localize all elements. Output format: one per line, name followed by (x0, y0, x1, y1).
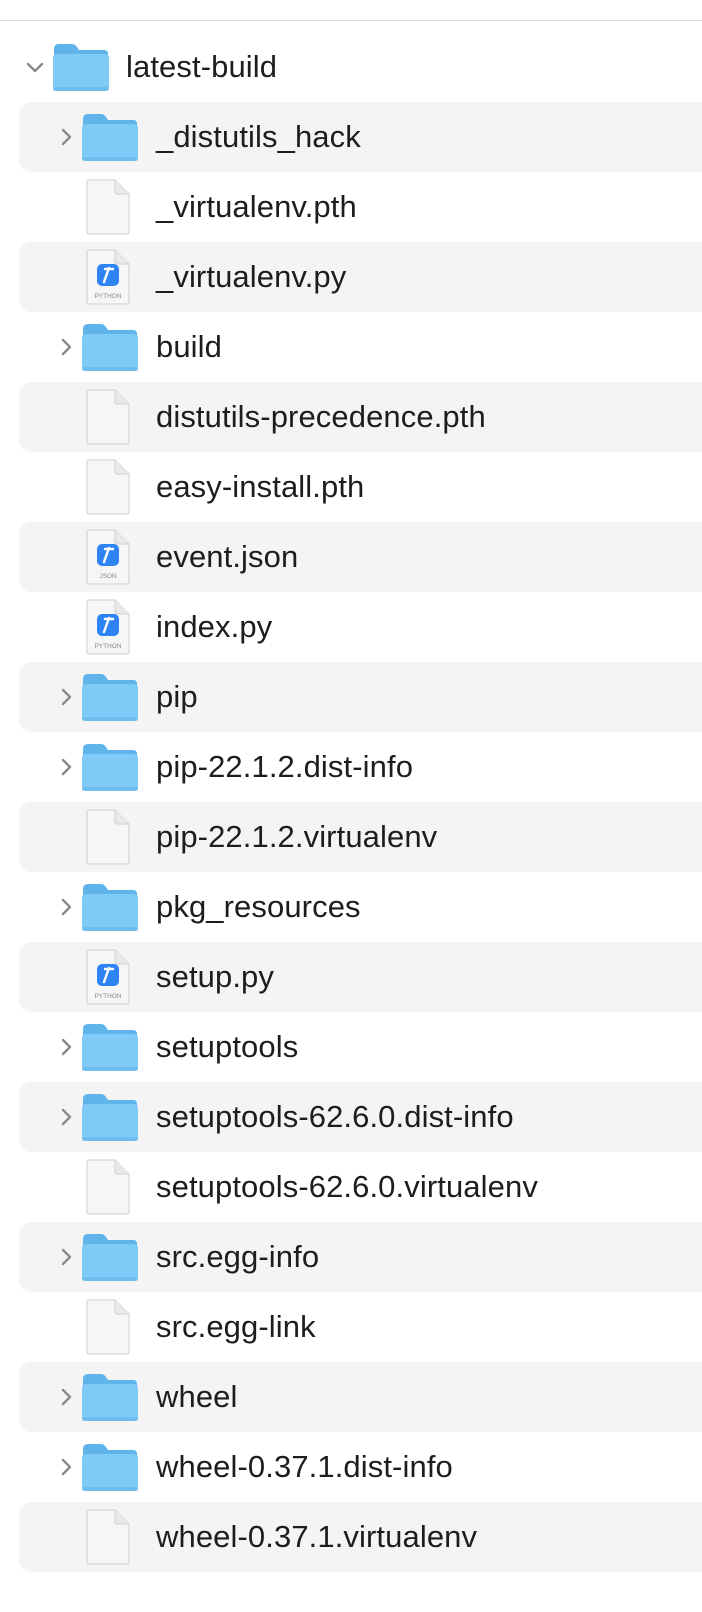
item-name-label: _virtualenv.pth (156, 189, 357, 224)
json-file-icon: JSON (81, 528, 133, 586)
item-name-label: pip-22.1.2.dist-info (156, 749, 414, 784)
item-name-label: wheel-0.37.1.dist-info (156, 1449, 453, 1484)
tree-row-folder[interactable]: wheel-0.37.1.dist-info (0, 1432, 702, 1502)
svg-text:PYTHON: PYTHON (94, 293, 121, 300)
item-name-label: pkg_resources (156, 889, 361, 924)
chevron-right-icon[interactable] (59, 898, 73, 916)
svg-text:PYTHON: PYTHON (94, 993, 121, 1000)
item-name-label: easy-install.pth (156, 469, 365, 504)
item-name-label: index.py (156, 609, 273, 644)
tree-row-folder[interactable]: setuptools-62.6.0.dist-info (0, 1082, 702, 1152)
tree-row-file[interactable]: _virtualenv.pth (0, 172, 702, 242)
tree-row-json[interactable]: JSON event.json (0, 522, 702, 592)
document-icon (81, 1158, 133, 1216)
tree-row-folder[interactable]: setuptools (0, 1012, 702, 1082)
svg-text:JSON: JSON (99, 573, 117, 580)
chevron-right-icon[interactable] (59, 1108, 73, 1126)
item-name-label: build (156, 329, 222, 364)
item-name-label: _distutils_hack (156, 119, 361, 154)
tree-row-python[interactable]: PYTHON _virtualenv.py (0, 242, 702, 312)
tree-row-file[interactable]: distutils-precedence.pth (0, 382, 702, 452)
item-name-label: pip (156, 679, 198, 714)
tree-row-python[interactable]: PYTHON setup.py (0, 942, 702, 1012)
folder-icon (81, 1091, 139, 1143)
root-folder-label: latest-build (126, 49, 278, 84)
chevron-right-icon[interactable] (59, 1038, 73, 1056)
python-file-icon: PYTHON (81, 948, 133, 1006)
chevron-right-icon[interactable] (59, 688, 73, 706)
chevron-right-icon[interactable] (59, 338, 73, 356)
item-name-label: setuptools-62.6.0.virtualenv (156, 1169, 538, 1204)
python-file-icon: PYTHON (81, 248, 133, 306)
folder-icon (81, 321, 139, 373)
chevron-right-icon[interactable] (59, 128, 73, 146)
tree-row-folder[interactable]: _distutils_hack (0, 102, 702, 172)
document-icon (81, 808, 133, 866)
document-icon (81, 458, 133, 516)
folder-icon (52, 41, 110, 93)
folder-icon (81, 1231, 139, 1283)
document-icon (81, 388, 133, 446)
tree-row-folder[interactable]: pip-22.1.2.dist-info (0, 732, 702, 802)
tree-row-file[interactable]: wheel-0.37.1.virtualenv (0, 1502, 702, 1572)
item-name-label: wheel-0.37.1.virtualenv (156, 1519, 478, 1554)
tree-row-folder[interactable]: wheel (0, 1362, 702, 1432)
file-tree[interactable]: latest-build _distutils_hack _virtualenv.… (0, 32, 702, 1612)
folder-icon (81, 1441, 139, 1493)
tree-row-file[interactable]: setuptools-62.6.0.virtualenv (0, 1152, 702, 1222)
tree-row-root[interactable]: latest-build (0, 32, 702, 102)
folder-icon (81, 1371, 139, 1423)
tree-row-file[interactable]: pip-22.1.2.virtualenv (0, 802, 702, 872)
item-name-label: src.egg-info (156, 1239, 320, 1274)
item-name-label: setuptools (156, 1029, 299, 1064)
tree-row-folder[interactable]: build (0, 312, 702, 382)
folder-icon (81, 1021, 139, 1073)
folder-icon (81, 741, 139, 793)
chevron-right-icon[interactable] (59, 1388, 73, 1406)
tree-row-folder[interactable]: src.egg-info (0, 1222, 702, 1292)
header-divider (0, 20, 702, 21)
tree-row-python[interactable]: PYTHON index.py (0, 592, 702, 662)
item-name-label: wheel (156, 1379, 238, 1414)
tree-row-folder[interactable]: pkg_resources (0, 872, 702, 942)
svg-text:PYTHON: PYTHON (94, 643, 121, 650)
item-name-label: _virtualenv.py (156, 259, 347, 294)
chevron-right-icon[interactable] (59, 1248, 73, 1266)
folder-icon (81, 111, 139, 163)
item-name-label: event.json (156, 539, 299, 574)
document-icon (81, 178, 133, 236)
item-name-label: pip-22.1.2.virtualenv (156, 819, 438, 854)
document-icon (81, 1508, 133, 1566)
tree-row-file[interactable]: easy-install.pth (0, 452, 702, 522)
item-name-label: distutils-precedence.pth (156, 399, 486, 434)
item-name-label: src.egg-link (156, 1309, 316, 1344)
python-file-icon: PYTHON (81, 598, 133, 656)
item-name-label: setup.py (156, 959, 274, 994)
document-icon (81, 1298, 133, 1356)
chevron-down-icon[interactable] (26, 60, 44, 74)
tree-row-folder[interactable]: pip (0, 662, 702, 732)
item-name-label: setuptools-62.6.0.dist-info (156, 1099, 514, 1134)
folder-icon (81, 881, 139, 933)
tree-row-file[interactable]: src.egg-link (0, 1292, 702, 1362)
chevron-right-icon[interactable] (59, 758, 73, 776)
folder-icon (81, 671, 139, 723)
chevron-right-icon[interactable] (59, 1458, 73, 1476)
